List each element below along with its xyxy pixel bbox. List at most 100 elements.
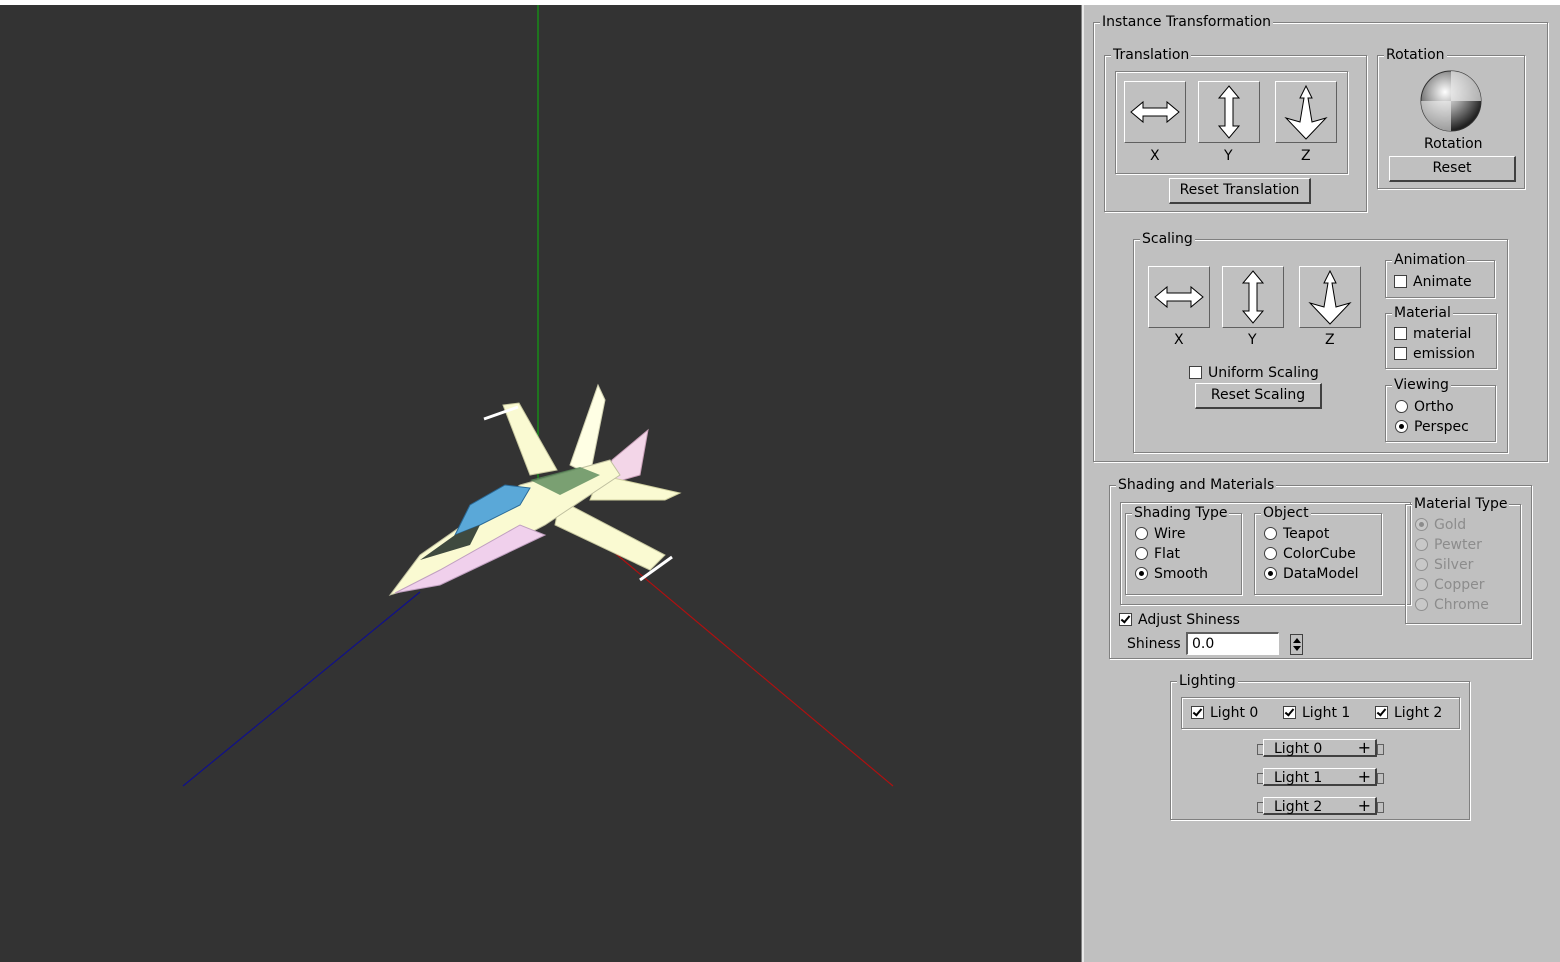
flat-radio-button[interactable]	[1135, 546, 1148, 560]
smooth-radio[interactable]: Smooth	[1135, 565, 1208, 583]
shiness-spinner[interactable]	[1290, 634, 1303, 655]
chrome-radio-button[interactable]	[1415, 597, 1428, 611]
scaling-title: Scaling	[1140, 230, 1195, 248]
translate-y-control[interactable]	[1198, 81, 1260, 143]
gold-radio-button[interactable]	[1415, 517, 1428, 531]
smooth-label: Smooth	[1154, 566, 1209, 582]
translate-z-control[interactable]	[1275, 81, 1337, 143]
spinner-up-icon[interactable]	[1293, 638, 1301, 643]
datamodel-radio-button[interactable]	[1264, 566, 1277, 580]
material-box[interactable]	[1394, 326, 1407, 340]
pewter-radio[interactable]: Pewter	[1415, 536, 1482, 554]
translation-group: Translation X Y Z Reset Translation	[1104, 46, 1367, 212]
jet-aircraft-model	[388, 383, 682, 596]
uniform-scaling-box[interactable]	[1189, 365, 1202, 379]
rotation-reset-button[interactable]: Reset	[1389, 156, 1516, 182]
scene-canvas	[182, 5, 894, 787]
animation-title: Animation	[1392, 251, 1468, 269]
colorcube-radio-button[interactable]	[1264, 546, 1277, 560]
shading-type-group: Shading Type Wire Flat Smooth	[1125, 504, 1242, 595]
silver-radio[interactable]: Silver	[1415, 556, 1473, 574]
colorcube-radio[interactable]: ColorCube	[1264, 545, 1356, 563]
datamodel-radio[interactable]: DataModel	[1264, 565, 1358, 583]
spinner-down-icon[interactable]	[1293, 646, 1301, 651]
ortho-radio[interactable]: Ortho	[1395, 398, 1454, 416]
rollout-handle-right	[1377, 773, 1384, 784]
object-title: Object	[1261, 504, 1311, 522]
material-label: material	[1413, 326, 1472, 342]
material-type-group: Material Type Gold Pewter Silver Copper …	[1405, 495, 1521, 624]
light-2-checkbox[interactable]: Light 2	[1375, 704, 1442, 722]
light-1-box[interactable]	[1283, 705, 1296, 719]
expand-plus-icon[interactable]: +	[1358, 768, 1371, 786]
horizontal-arrow-icon	[1130, 100, 1180, 124]
light-1-rollout[interactable]: Light 1 +	[1263, 768, 1377, 786]
scale-z-control[interactable]	[1299, 266, 1361, 328]
scale-x-control[interactable]	[1148, 266, 1210, 328]
pewter-radio-button[interactable]	[1415, 537, 1428, 551]
lighting-group: Lighting Light 0 Light 1 Light 2 Light 0…	[1170, 672, 1470, 820]
light-0-rollout[interactable]: Light 0 +	[1263, 739, 1377, 757]
smooth-radio-button[interactable]	[1135, 566, 1148, 580]
light-2-rollout[interactable]: Light 2 +	[1263, 797, 1377, 815]
perspec-label: Perspec	[1414, 419, 1469, 435]
light-2-box[interactable]	[1375, 705, 1388, 719]
shiness-label: Shiness	[1127, 636, 1181, 652]
datamodel-label: DataModel	[1283, 566, 1359, 582]
silver-label: Silver	[1434, 557, 1474, 573]
emission-checkbox[interactable]: emission	[1394, 345, 1475, 363]
shading-materials-title: Shading and Materials	[1116, 476, 1277, 494]
perspec-radio[interactable]: Perspec	[1395, 418, 1469, 436]
rotation-sphere-icon[interactable]	[1420, 70, 1482, 132]
emission-box[interactable]	[1394, 346, 1407, 360]
copper-radio[interactable]: Copper	[1415, 576, 1484, 594]
light-2-rollout-label: Light 2	[1274, 799, 1323, 815]
adjust-shiness-checkbox[interactable]: Adjust Shiness	[1119, 611, 1240, 629]
light-0-label: Light 0	[1210, 705, 1259, 721]
teapot-radio[interactable]: Teapot	[1264, 525, 1329, 543]
gold-label: Gold	[1434, 517, 1467, 533]
expand-plus-icon[interactable]: +	[1358, 797, 1371, 815]
vertical-arrow-icon	[1241, 270, 1265, 324]
shiness-input[interactable]	[1186, 632, 1279, 655]
material-group: Material material emission	[1385, 304, 1497, 369]
translation-title: Translation	[1111, 46, 1192, 64]
scale-y-control[interactable]	[1222, 266, 1284, 328]
light-1-checkbox[interactable]: Light 1	[1283, 704, 1350, 722]
material-type-title: Material Type	[1412, 495, 1510, 513]
animate-box[interactable]	[1394, 274, 1407, 288]
material-checkbox[interactable]: material	[1394, 325, 1471, 343]
light-0-checkbox[interactable]: Light 0	[1191, 704, 1258, 722]
adjust-shiness-label: Adjust Shiness	[1138, 612, 1240, 628]
silver-radio-button[interactable]	[1415, 557, 1428, 571]
uniform-scaling-checkbox[interactable]: Uniform Scaling	[1189, 364, 1319, 382]
reset-scaling-button[interactable]: Reset Scaling	[1195, 383, 1322, 409]
reset-translation-button[interactable]: Reset Translation	[1169, 178, 1311, 204]
ortho-label: Ortho	[1414, 399, 1454, 415]
light-1-label: Light 1	[1302, 705, 1351, 721]
flat-label: Flat	[1154, 546, 1181, 562]
flat-radio[interactable]: Flat	[1135, 545, 1180, 563]
3d-viewport[interactable]	[0, 5, 1081, 962]
rotation-title: Rotation	[1384, 46, 1447, 64]
light-1-rollout-label: Light 1	[1274, 770, 1323, 786]
adjust-shiness-box[interactable]	[1119, 612, 1132, 626]
light-0-box[interactable]	[1191, 705, 1204, 719]
wire-radio[interactable]: Wire	[1135, 525, 1186, 543]
animate-label: Animate	[1413, 274, 1472, 290]
translate-x-control[interactable]	[1124, 81, 1186, 143]
chrome-radio[interactable]: Chrome	[1415, 596, 1489, 614]
material-title: Material	[1392, 304, 1453, 322]
instance-transformation-title: Instance Transformation	[1100, 13, 1274, 31]
copper-radio-button[interactable]	[1415, 577, 1428, 591]
copper-label: Copper	[1434, 577, 1485, 593]
perspec-radio-button[interactable]	[1395, 419, 1408, 433]
z-axis-line	[182, 591, 421, 787]
expand-plus-icon[interactable]: +	[1358, 739, 1371, 757]
animate-checkbox[interactable]: Animate	[1394, 273, 1472, 291]
ortho-radio-button[interactable]	[1395, 399, 1408, 413]
gold-radio[interactable]: Gold	[1415, 516, 1466, 534]
wire-radio-button[interactable]	[1135, 526, 1148, 540]
chrome-label: Chrome	[1434, 597, 1489, 613]
teapot-radio-button[interactable]	[1264, 526, 1277, 540]
